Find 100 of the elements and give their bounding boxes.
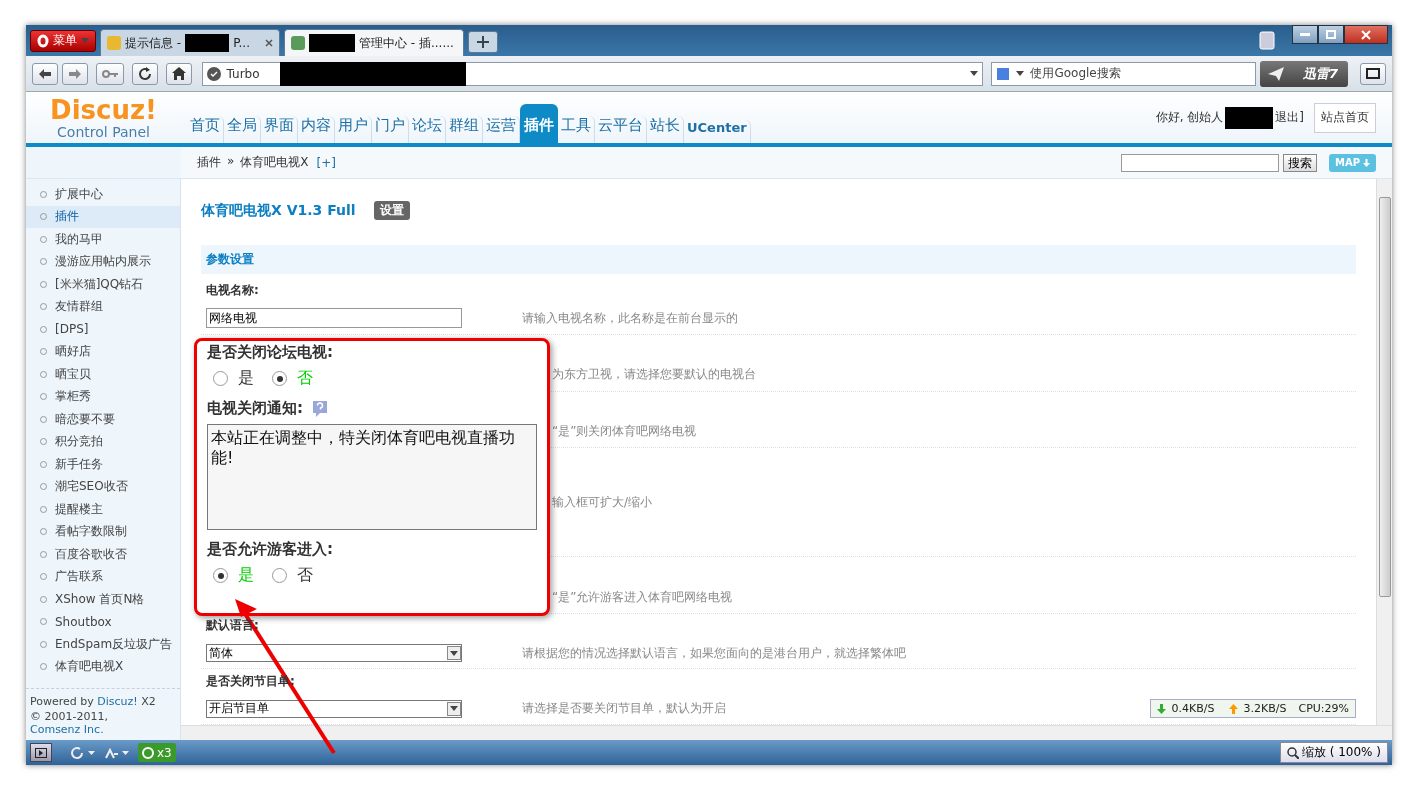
search-field[interactable]: 使用Google搜索 bbox=[991, 61, 1257, 86]
discuz-link[interactable]: Discuz! bbox=[97, 695, 138, 708]
logout-link[interactable]: 退出] bbox=[1275, 109, 1304, 126]
caret-icon bbox=[450, 706, 458, 712]
sidebar-item[interactable]: 百度谷歌收否 bbox=[26, 543, 180, 566]
logo-subtitle: Control Panel bbox=[57, 123, 150, 140]
plus-icon bbox=[477, 36, 489, 48]
zoom-button[interactable]: 缩放 ( 100% ) bbox=[1279, 742, 1388, 763]
sidebar-item[interactable]: 广告联系 bbox=[26, 565, 180, 588]
field-label: 电视关闭通知: bbox=[207, 399, 303, 418]
sidebar-item[interactable]: Shoutbox bbox=[26, 610, 180, 633]
bird-icon bbox=[1268, 66, 1285, 81]
close-icon bbox=[1361, 29, 1371, 40]
reload-button[interactable] bbox=[131, 62, 158, 85]
address-field[interactable]: Turbo bbox=[201, 61, 984, 86]
nav-tab[interactable]: 群组 bbox=[446, 116, 483, 143]
maximize-icon bbox=[1326, 30, 1336, 39]
close-icon[interactable] bbox=[265, 39, 273, 47]
sidebar-item[interactable]: 友情群组 bbox=[26, 295, 180, 318]
nav-tab[interactable]: 界面 bbox=[261, 116, 298, 143]
cpu-usage: CPU:29% bbox=[1298, 702, 1349, 715]
plugin-title: 体育吧电视X V1.3 Full bbox=[201, 201, 356, 220]
panel-toggle-button[interactable] bbox=[30, 743, 52, 762]
new-tab-button[interactable] bbox=[468, 31, 498, 53]
minimize-button[interactable] bbox=[1292, 25, 1318, 44]
sidebar-item[interactable]: 插件 bbox=[26, 205, 180, 228]
field-label: 是否允许游客进入: bbox=[207, 540, 334, 559]
nav-tab[interactable]: 工具 bbox=[558, 116, 595, 143]
google-icon[interactable] bbox=[996, 66, 1011, 81]
nav-tab[interactable]: 门户 bbox=[372, 116, 409, 143]
hint-text: 请根据您的情况选择默认语言，如果您面向的是港台用户，就选择繁体吧 bbox=[522, 644, 906, 662]
turbo-label: Turbo bbox=[226, 66, 260, 81]
sidebar-item[interactable]: 扩展中心 bbox=[26, 183, 180, 206]
nav-tab[interactable]: 站长 bbox=[647, 116, 684, 143]
close-button[interactable] bbox=[1344, 25, 1388, 44]
settings-button[interactable]: 设置 bbox=[373, 201, 410, 221]
hint-text: “是”允许游客进入体育吧网络电视 bbox=[552, 588, 733, 606]
site-home-button[interactable]: 站点首页 bbox=[1314, 102, 1376, 133]
extension-counter[interactable]: x3 bbox=[138, 743, 176, 762]
thunder-badge[interactable]: 迅雷7 bbox=[1260, 60, 1349, 87]
sidebar-item[interactable]: [DPS] bbox=[26, 318, 180, 341]
ring-icon bbox=[142, 746, 154, 759]
sidebar-item[interactable]: 提醒楼主 bbox=[26, 498, 180, 521]
logo-text: Discuz! bbox=[50, 95, 157, 124]
sidebar-item[interactable]: [米米猫]QQ钻石 bbox=[26, 273, 180, 296]
nav-tab[interactable]: 云平台 bbox=[595, 116, 647, 143]
input-field[interactable]: 网络电视 bbox=[206, 308, 462, 329]
key-button[interactable] bbox=[95, 62, 124, 85]
copyright-text: © 2001-2011, Comsenz Inc. bbox=[30, 710, 109, 736]
upload-arrow-icon bbox=[1228, 703, 1238, 714]
horizontal-scrollbar[interactable] bbox=[181, 725, 1392, 740]
sidebar-item[interactable]: 新手任务 bbox=[26, 453, 180, 476]
home-button[interactable] bbox=[165, 62, 192, 85]
maximize-button[interactable] bbox=[1318, 25, 1344, 44]
sidebar-item[interactable]: 我的马甲 bbox=[26, 228, 180, 251]
sidebar-item[interactable]: 体育吧电视X bbox=[26, 655, 180, 678]
browser-tab[interactable]: 提示信息 - P... bbox=[100, 29, 280, 56]
sync-icon[interactable] bbox=[70, 745, 96, 760]
sidebar-item[interactable]: 暗恋要不要 bbox=[26, 408, 180, 431]
search-input[interactable] bbox=[1120, 153, 1279, 172]
forward-arrow-icon bbox=[68, 68, 81, 79]
screen-button[interactable] bbox=[1360, 62, 1386, 85]
key-icon bbox=[101, 69, 118, 78]
back-button[interactable] bbox=[32, 62, 58, 85]
sidebar-item[interactable]: 掌柜秀 bbox=[26, 385, 180, 408]
option-label: 否 bbox=[297, 368, 313, 389]
select-field[interactable]: 开启节目单 bbox=[206, 699, 462, 718]
nav-tab[interactable]: 用户 bbox=[335, 116, 372, 143]
comsenz-link[interactable]: Comsenz Inc. bbox=[30, 723, 104, 736]
recycle-bin-icon[interactable] bbox=[1258, 29, 1276, 51]
section-header: 参数设置 bbox=[201, 244, 1356, 275]
caret-icon bbox=[1016, 71, 1025, 76]
upload-speed: 3.2KB/S bbox=[1243, 702, 1287, 715]
nav-tab[interactable]: 插件 bbox=[520, 104, 558, 143]
nav-tab[interactable]: UCenter bbox=[684, 120, 751, 143]
search-button[interactable]: 搜索 bbox=[1282, 153, 1317, 172]
sidebar-item[interactable]: 漫游应用帖内展示 bbox=[26, 250, 180, 273]
home-icon bbox=[171, 67, 186, 80]
ring-logo-icon bbox=[37, 33, 49, 48]
select-field[interactable]: 简体 bbox=[206, 644, 462, 663]
sidebar-item[interactable]: EndSpam反垃圾广告 bbox=[26, 633, 180, 656]
sidebar-item[interactable]: 晒好店 bbox=[26, 340, 180, 363]
magnifier-icon bbox=[1286, 746, 1299, 759]
nav-tab[interactable]: 全局 bbox=[224, 116, 261, 143]
sidebar-item[interactable]: 晒宝贝 bbox=[26, 363, 180, 386]
reload-icon bbox=[137, 66, 152, 81]
nav-tab[interactable]: 内容 bbox=[298, 116, 335, 143]
powered-by-text: Powered by Discuz! X2 bbox=[30, 695, 157, 708]
sidebar-item[interactable]: 潮宅SEO收否 bbox=[26, 475, 180, 498]
add-link[interactable]: [+] bbox=[316, 155, 336, 170]
nav-tab[interactable]: 首页 bbox=[187, 116, 224, 143]
vertical-scrollbar[interactable] bbox=[1376, 179, 1392, 725]
sidebar-item[interactable]: 积分竞拍 bbox=[26, 430, 180, 453]
sidebar-item[interactable]: 看帖字数限制 bbox=[26, 520, 180, 543]
text-area[interactable]: 本站正在调整中，特关闭体育吧电视直播功能! bbox=[207, 424, 537, 530]
nav-tab[interactable]: 论坛 bbox=[409, 116, 446, 143]
menu-button[interactable]: 菜单 bbox=[30, 29, 96, 52]
sidebar-item[interactable]: XShow 首页N格 bbox=[26, 588, 180, 611]
browser-tab[interactable]: 管理中心 - 插...... bbox=[284, 29, 464, 56]
hint-text: 请输入电视名称，此名称是在前台显示的 bbox=[522, 309, 738, 327]
